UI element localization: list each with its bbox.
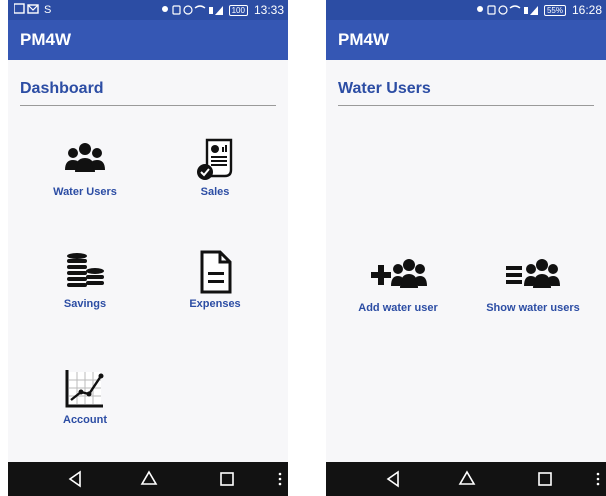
- document-icon: [200, 250, 232, 294]
- tile-label: Savings: [63, 298, 107, 310]
- status-bar: S 100 13:33: [8, 0, 288, 20]
- dashboard-screen: S 100 13:33 PM4W Dashboard Water Users S…: [8, 0, 288, 496]
- section-divider: [20, 105, 276, 106]
- action-label: Add water user: [358, 302, 438, 314]
- notification-icons: S: [13, 3, 66, 18]
- section-divider: [338, 105, 594, 106]
- home-icon[interactable]: [140, 470, 158, 488]
- back-icon[interactable]: [66, 470, 84, 488]
- overflow-menu-icon[interactable]: [596, 472, 600, 486]
- status-time: 13:33: [253, 3, 284, 17]
- line-chart-icon: [65, 370, 104, 408]
- recents-icon[interactable]: [536, 470, 554, 488]
- water-users-screen: 55% 16:28 PM4W Water Users Add water use…: [326, 0, 606, 496]
- tile-label: Account: [63, 414, 107, 426]
- status-bar: 55% 16:28: [326, 0, 606, 20]
- coins-stack-icon: [67, 253, 104, 287]
- tile-sales[interactable]: Sales: [160, 138, 270, 218]
- signal-icons: [476, 5, 538, 15]
- tile-water-users[interactable]: Water Users: [30, 138, 140, 218]
- home-icon[interactable]: [458, 470, 476, 488]
- tile-label: Sales: [200, 186, 230, 198]
- recents-icon[interactable]: [218, 470, 236, 488]
- add-water-user-button[interactable]: Add water user: [338, 254, 458, 334]
- users-icon: [65, 143, 105, 172]
- status-time: 16:28: [571, 3, 602, 17]
- svg-text:S: S: [44, 4, 51, 15]
- tile-account[interactable]: Account: [30, 366, 140, 446]
- app-bar: PM4W: [8, 20, 288, 60]
- battery-indicator: 100: [228, 4, 248, 16]
- tile-label: Water Users: [53, 186, 117, 198]
- tile-savings[interactable]: Savings: [30, 250, 140, 330]
- notification-icon: S: [13, 3, 51, 16]
- show-water-users-button[interactable]: Show water users: [468, 254, 598, 334]
- list-users-icon: [506, 259, 560, 288]
- app-bar: PM4W: [326, 20, 606, 60]
- system-nav-bar: [326, 462, 606, 496]
- app-title: PM4W: [20, 30, 71, 49]
- sales-report-icon: [197, 138, 233, 180]
- signal-icons: [161, 5, 223, 15]
- section-title: Dashboard: [20, 80, 104, 97]
- system-nav-bar: [8, 462, 288, 496]
- overflow-menu-icon[interactable]: [278, 472, 282, 486]
- battery-indicator: 55%: [543, 4, 566, 16]
- section-title: Water Users: [338, 80, 431, 97]
- back-icon[interactable]: [384, 470, 402, 488]
- action-label: Show water users: [486, 302, 580, 314]
- add-users-icon: [371, 259, 427, 288]
- app-title: PM4W: [338, 30, 389, 49]
- tile-expenses[interactable]: Expenses: [160, 250, 270, 330]
- tile-label: Expenses: [189, 298, 241, 310]
